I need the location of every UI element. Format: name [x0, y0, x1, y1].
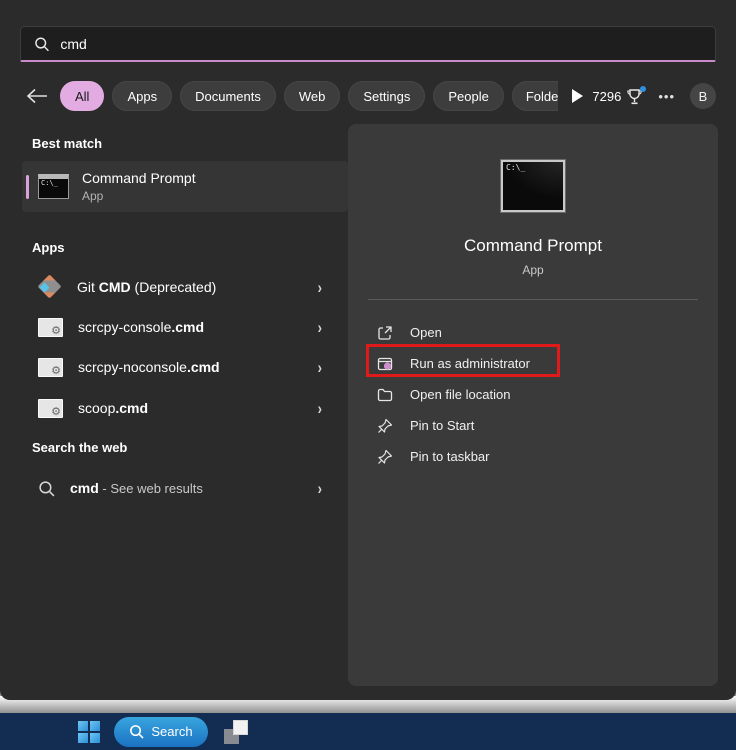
search-input[interactable] — [60, 36, 702, 52]
back-button[interactable] — [26, 85, 48, 107]
action-list: Open Run as administrator Open file loca… — [348, 317, 718, 472]
best-match-title: Command Prompt — [82, 170, 196, 186]
rewards-points: 7296 — [592, 89, 621, 104]
run-as-admin-icon — [377, 356, 393, 372]
pin-icon — [377, 449, 393, 465]
best-match-header: Best match — [32, 136, 102, 151]
filter-tab-folders[interactable]: Folde — [512, 81, 558, 111]
more-filters-arrow-icon[interactable] — [572, 89, 583, 103]
detail-title: Command Prompt — [348, 236, 718, 256]
action-pin-to-taskbar[interactable]: Pin to taskbar — [348, 441, 718, 472]
chevron-right-icon[interactable]: › — [318, 399, 322, 418]
apps-header: Apps — [32, 240, 65, 255]
app-result-git-cmd[interactable]: Git CMD (Deprecated) › — [22, 267, 348, 307]
action-open[interactable]: Open — [348, 317, 718, 348]
app-result-scrcpy-noconsole[interactable]: ⚙ scrcpy-noconsole.cmd › — [22, 347, 348, 387]
result-detail-panel: C:\_ Command Prompt App Open — [348, 124, 718, 686]
open-icon — [377, 325, 393, 341]
search-flyout-panel: All Apps Documents Web Settings People F… — [0, 0, 736, 700]
task-view-button[interactable] — [224, 720, 248, 744]
windows-start-button[interactable] — [78, 721, 100, 743]
pin-icon — [377, 418, 393, 434]
chevron-right-icon[interactable]: › — [318, 278, 322, 297]
filter-bar: All Apps Documents Web Settings People F… — [26, 80, 716, 112]
best-match-subtitle: App — [82, 189, 196, 203]
filter-tab-documents[interactable]: Documents — [180, 81, 276, 111]
search-bar[interactable] — [20, 26, 716, 62]
search-icon — [38, 480, 55, 497]
app-result-scrcpy-console[interactable]: ⚙ scrcpy-console.cmd › — [22, 307, 348, 347]
git-icon — [38, 275, 62, 299]
selection-accent-bar — [26, 175, 29, 199]
chevron-right-icon[interactable]: › — [318, 479, 322, 498]
app-result-scoop[interactable]: ⚙ scoop.cmd › — [22, 388, 348, 428]
filter-tab-all[interactable]: All — [60, 81, 104, 111]
filter-tab-web[interactable]: Web — [284, 81, 341, 111]
filter-tab-people[interactable]: People — [433, 81, 503, 111]
best-match-result[interactable]: C:\_ Command Prompt App — [22, 161, 348, 212]
command-prompt-icon: C:\_ — [38, 174, 69, 199]
rewards-badge[interactable]: 7296 — [592, 88, 643, 105]
divider — [368, 299, 698, 300]
web-search-result[interactable]: cmd - See web results › — [22, 468, 348, 508]
search-icon — [129, 724, 144, 739]
filter-bar-right: 7296 ••• B — [592, 83, 716, 109]
action-run-as-administrator[interactable]: Run as administrator — [348, 348, 718, 379]
search-web-header: Search the web — [32, 440, 127, 455]
folder-icon — [377, 387, 393, 403]
more-options-button[interactable]: ••• — [658, 89, 675, 104]
command-prompt-icon-large: C:\_ — [501, 160, 565, 212]
action-open-file-location[interactable]: Open file location — [348, 379, 718, 410]
back-arrow-icon — [26, 88, 48, 104]
filter-tab-settings[interactable]: Settings — [348, 81, 425, 111]
batch-file-icon: ⚙ — [38, 318, 63, 337]
taskbar: Search — [0, 713, 736, 750]
batch-file-icon: ⚙ — [38, 399, 63, 418]
taskbar-search-button[interactable]: Search — [114, 717, 208, 747]
batch-file-icon: ⚙ — [38, 358, 63, 377]
detail-subtitle: App — [348, 263, 718, 277]
chevron-right-icon[interactable]: › — [318, 318, 322, 337]
search-icon — [34, 36, 49, 52]
filter-tab-apps[interactable]: Apps — [112, 81, 172, 111]
chevron-right-icon[interactable]: › — [318, 358, 322, 377]
user-avatar[interactable]: B — [690, 83, 716, 109]
action-pin-to-start[interactable]: Pin to Start — [348, 410, 718, 441]
rewards-notification-dot — [640, 86, 646, 92]
windows-search-screen: All Apps Documents Web Settings People F… — [0, 0, 736, 750]
